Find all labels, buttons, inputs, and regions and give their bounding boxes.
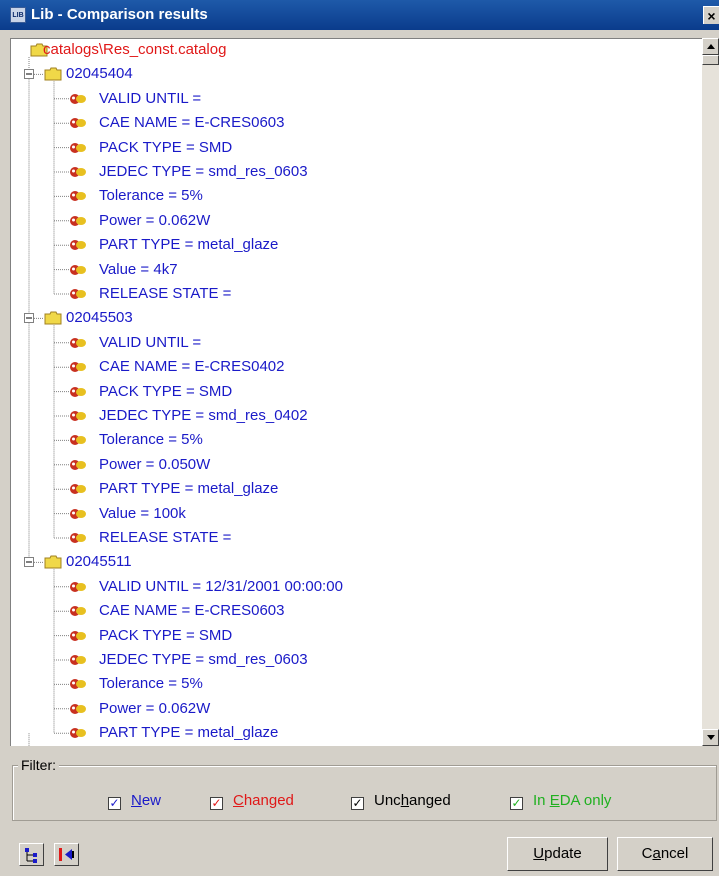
tree-part-node[interactable]: 02045404: [66, 65, 133, 83]
tree-attribute-item[interactable]: Tolerance = 5%: [99, 187, 203, 205]
tree-attribute-item[interactable]: Power = 0.050W: [99, 456, 210, 474]
tree-attribute-item[interactable]: VALID UNTIL =: [99, 90, 201, 108]
tree-attribute-item[interactable]: RELEASE STATE =: [99, 285, 231, 303]
attribute-icon: [70, 337, 86, 348]
tree-attribute-item[interactable]: RELEASE STATE =: [99, 529, 231, 547]
attribute-icon: [70, 215, 86, 226]
collapse-toggle-icon[interactable]: [24, 69, 34, 80]
scroll-down-button[interactable]: [702, 729, 719, 746]
window-title: Lib - Comparison results: [31, 6, 208, 23]
attribute-icon: [70, 93, 86, 104]
filter-unchanged-checkbox[interactable]: ✓ Unchanged: [351, 793, 451, 810]
attribute-icon: [70, 191, 86, 202]
attribute-icon: [70, 362, 86, 373]
part-folder-icon: [44, 555, 62, 569]
tree-attribute-item[interactable]: PART TYPE = metal_glaze: [99, 480, 278, 498]
tree-attribute-item[interactable]: CAE NAME = E-CRES0402: [99, 358, 285, 376]
tree-attribute-item[interactable]: JEDEC TYPE = smd_res_0603: [99, 651, 308, 669]
tree-attribute-item[interactable]: Power = 0.062W: [99, 212, 210, 230]
tree-attribute-item[interactable]: Power = 0.062W: [99, 700, 210, 718]
tree-attribute-item[interactable]: JEDEC TYPE = smd_res_0402: [99, 407, 308, 425]
attribute-icon: [70, 606, 86, 617]
tree-attribute-item[interactable]: PART TYPE = metal_glaze: [99, 236, 278, 254]
attribute-icon: [70, 240, 86, 251]
tree-part-node[interactable]: 02045511: [66, 553, 132, 571]
update-button[interactable]: Update: [507, 837, 608, 871]
title-bar[interactable]: LIB Lib - Comparison results ×: [0, 0, 719, 30]
tree-root-catalog[interactable]: catalogs\Res_const.catalog: [43, 41, 226, 59]
tree-attribute-item[interactable]: VALID UNTIL =: [99, 334, 201, 352]
attribute-icon: [70, 142, 86, 153]
tree-attribute-item[interactable]: PART TYPE = metal_glaze: [99, 724, 278, 742]
tree-attribute-item[interactable]: CAE NAME = E-CRES0603: [99, 602, 285, 620]
attribute-icon: [70, 289, 86, 299]
tree-attribute-item[interactable]: Tolerance = 5%: [99, 431, 203, 449]
tree-attribute-item[interactable]: JEDEC TYPE = smd_res_0603: [99, 163, 308, 181]
tree-part-node[interactable]: 02045503: [66, 309, 133, 327]
part-folder-icon: [44, 67, 62, 81]
app-icon: LIB: [10, 7, 26, 23]
attribute-icon: [70, 703, 86, 714]
attribute-icon: [70, 533, 86, 543]
attribute-icon: [70, 728, 86, 739]
filter-eda-only-checkbox[interactable]: ✓ In EDA only: [510, 793, 611, 810]
tree-attribute-item[interactable]: VALID UNTIL = 12/31/2001 00:00:00: [99, 578, 343, 596]
collapse-tree-button[interactable]: [54, 843, 79, 866]
collapse-toggle-icon[interactable]: [24, 557, 34, 568]
attribute-icon: [70, 655, 86, 665]
filter-label: Filter:: [18, 757, 59, 773]
attribute-icon: [70, 581, 86, 592]
checkbox-changed[interactable]: ✓: [210, 797, 223, 810]
tree-attribute-item[interactable]: CAE NAME = E-CRES0603: [99, 114, 285, 132]
attribute-icon: [70, 264, 86, 275]
tree-attribute-item[interactable]: Tolerance = 5%: [99, 675, 203, 693]
attribute-icon: [70, 386, 86, 397]
attribute-icon: [70, 679, 86, 690]
tree-attribute-item[interactable]: PACK TYPE = SMD: [99, 627, 232, 645]
tree-structure-icon: [25, 848, 37, 863]
tree-attribute-item[interactable]: Value = 100k: [99, 505, 186, 523]
filter-new-checkbox[interactable]: ✓ New: [108, 793, 161, 810]
vertical-scrollbar[interactable]: [702, 38, 719, 746]
scroll-up-button[interactable]: [702, 38, 719, 55]
cancel-button[interactable]: Cancel: [617, 837, 713, 871]
checkbox-new[interactable]: ✓: [108, 797, 121, 810]
tree-attribute-item[interactable]: PACK TYPE = SMD: [99, 383, 232, 401]
attribute-icon: [70, 435, 86, 446]
scroll-thumb[interactable]: [702, 55, 719, 65]
attribute-icon: [70, 484, 86, 495]
close-button[interactable]: ×: [703, 6, 719, 24]
attribute-icon: [70, 411, 86, 421]
expand-tree-button[interactable]: [19, 843, 44, 866]
attribute-icon: [70, 630, 86, 641]
attribute-icon: [70, 508, 86, 519]
tree-attribute-item[interactable]: Value = 4k7: [99, 261, 178, 279]
comparison-tree[interactable]: catalogs\Res_const.catalog 02045404 VALID …: [10, 38, 702, 746]
part-folder-icon: [44, 311, 62, 325]
checkbox-unchanged[interactable]: ✓: [351, 797, 364, 810]
attribute-icon: [70, 167, 86, 177]
collapse-toggle-icon[interactable]: [24, 313, 34, 324]
attribute-icon: [70, 459, 86, 470]
checkbox-eda-only[interactable]: ✓: [510, 797, 523, 810]
filter-changed-checkbox[interactable]: ✓ Changed: [210, 793, 294, 810]
attribute-icon: [70, 118, 86, 129]
collapse-icon: [59, 848, 74, 861]
tree-attribute-item[interactable]: PACK TYPE = SMD: [99, 139, 232, 157]
